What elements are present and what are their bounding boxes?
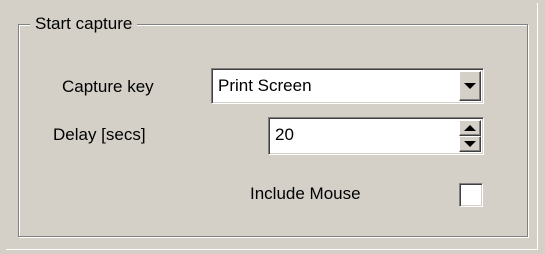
capture-key-dropdown[interactable]: Print Screen [211,68,484,104]
group-title: Start capture [30,12,138,36]
spin-up-icon [464,125,476,131]
capture-key-value: Print Screen [218,76,312,95]
capture-key-dropdown-button[interactable] [459,71,481,101]
dropdown-arrow-icon [464,83,476,89]
spin-down-icon [464,141,476,147]
include-mouse-checkbox[interactable] [459,183,483,207]
include-mouse-label: Include Mouse [250,184,361,203]
delay-label: Delay [secs] [53,125,146,144]
delay-spinner[interactable]: 20 [268,117,484,155]
delay-decrement-button[interactable] [459,136,481,152]
delay-value[interactable]: 20 [275,118,294,152]
delay-increment-button[interactable] [459,120,481,136]
capture-key-label: Capture key [62,77,154,96]
